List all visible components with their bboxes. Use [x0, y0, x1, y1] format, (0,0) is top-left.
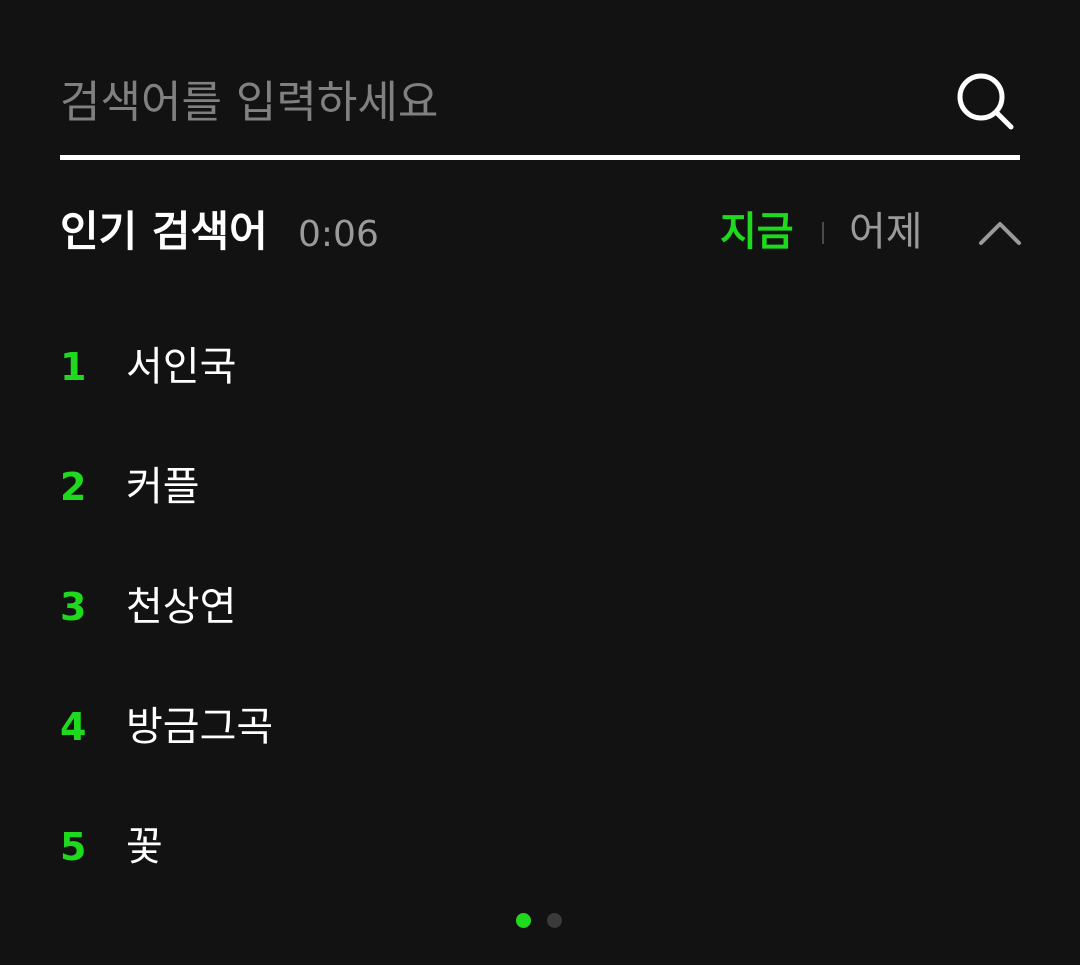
- list-item[interactable]: 3 천상연: [60, 578, 1020, 698]
- tab-divider: [822, 222, 824, 244]
- chevron-up-icon[interactable]: [978, 214, 1022, 248]
- update-time: 0:06: [298, 214, 379, 255]
- tab-yesterday[interactable]: 어제: [849, 204, 923, 260]
- list-item[interactable]: 5 꽃: [60, 818, 1020, 938]
- tab-now[interactable]: 지금: [720, 204, 794, 260]
- keyword-text: 천상연: [126, 584, 237, 630]
- search-input[interactable]: [60, 70, 920, 134]
- keyword-text: 서인국: [126, 344, 237, 390]
- rank-number: 5: [60, 825, 87, 869]
- keyword-text: 방금그곡: [126, 704, 274, 750]
- list-item[interactable]: 4 방금그곡: [60, 698, 1020, 818]
- page-dot-active[interactable]: [516, 913, 531, 928]
- rank-number: 1: [60, 345, 87, 389]
- keyword-text: 꽃: [126, 824, 163, 870]
- popular-title: 인기 검색어: [60, 207, 268, 256]
- list-item[interactable]: 2 커플: [60, 458, 1020, 578]
- keyword-text: 커플: [126, 464, 200, 510]
- rank-number: 2: [60, 465, 87, 509]
- rank-number: 4: [60, 705, 87, 749]
- popular-header: 인기 검색어 0:06 지금 어제: [60, 200, 1025, 264]
- popular-keyword-list: 1 서인국 2 커플 3 천상연 4 방금그곡 5 꽃: [60, 338, 1020, 938]
- search-bar: [60, 58, 1020, 160]
- search-icon[interactable]: [956, 72, 1014, 130]
- page-dot[interactable]: [547, 913, 562, 928]
- rank-number: 3: [60, 585, 87, 629]
- list-item[interactable]: 1 서인국: [60, 338, 1020, 458]
